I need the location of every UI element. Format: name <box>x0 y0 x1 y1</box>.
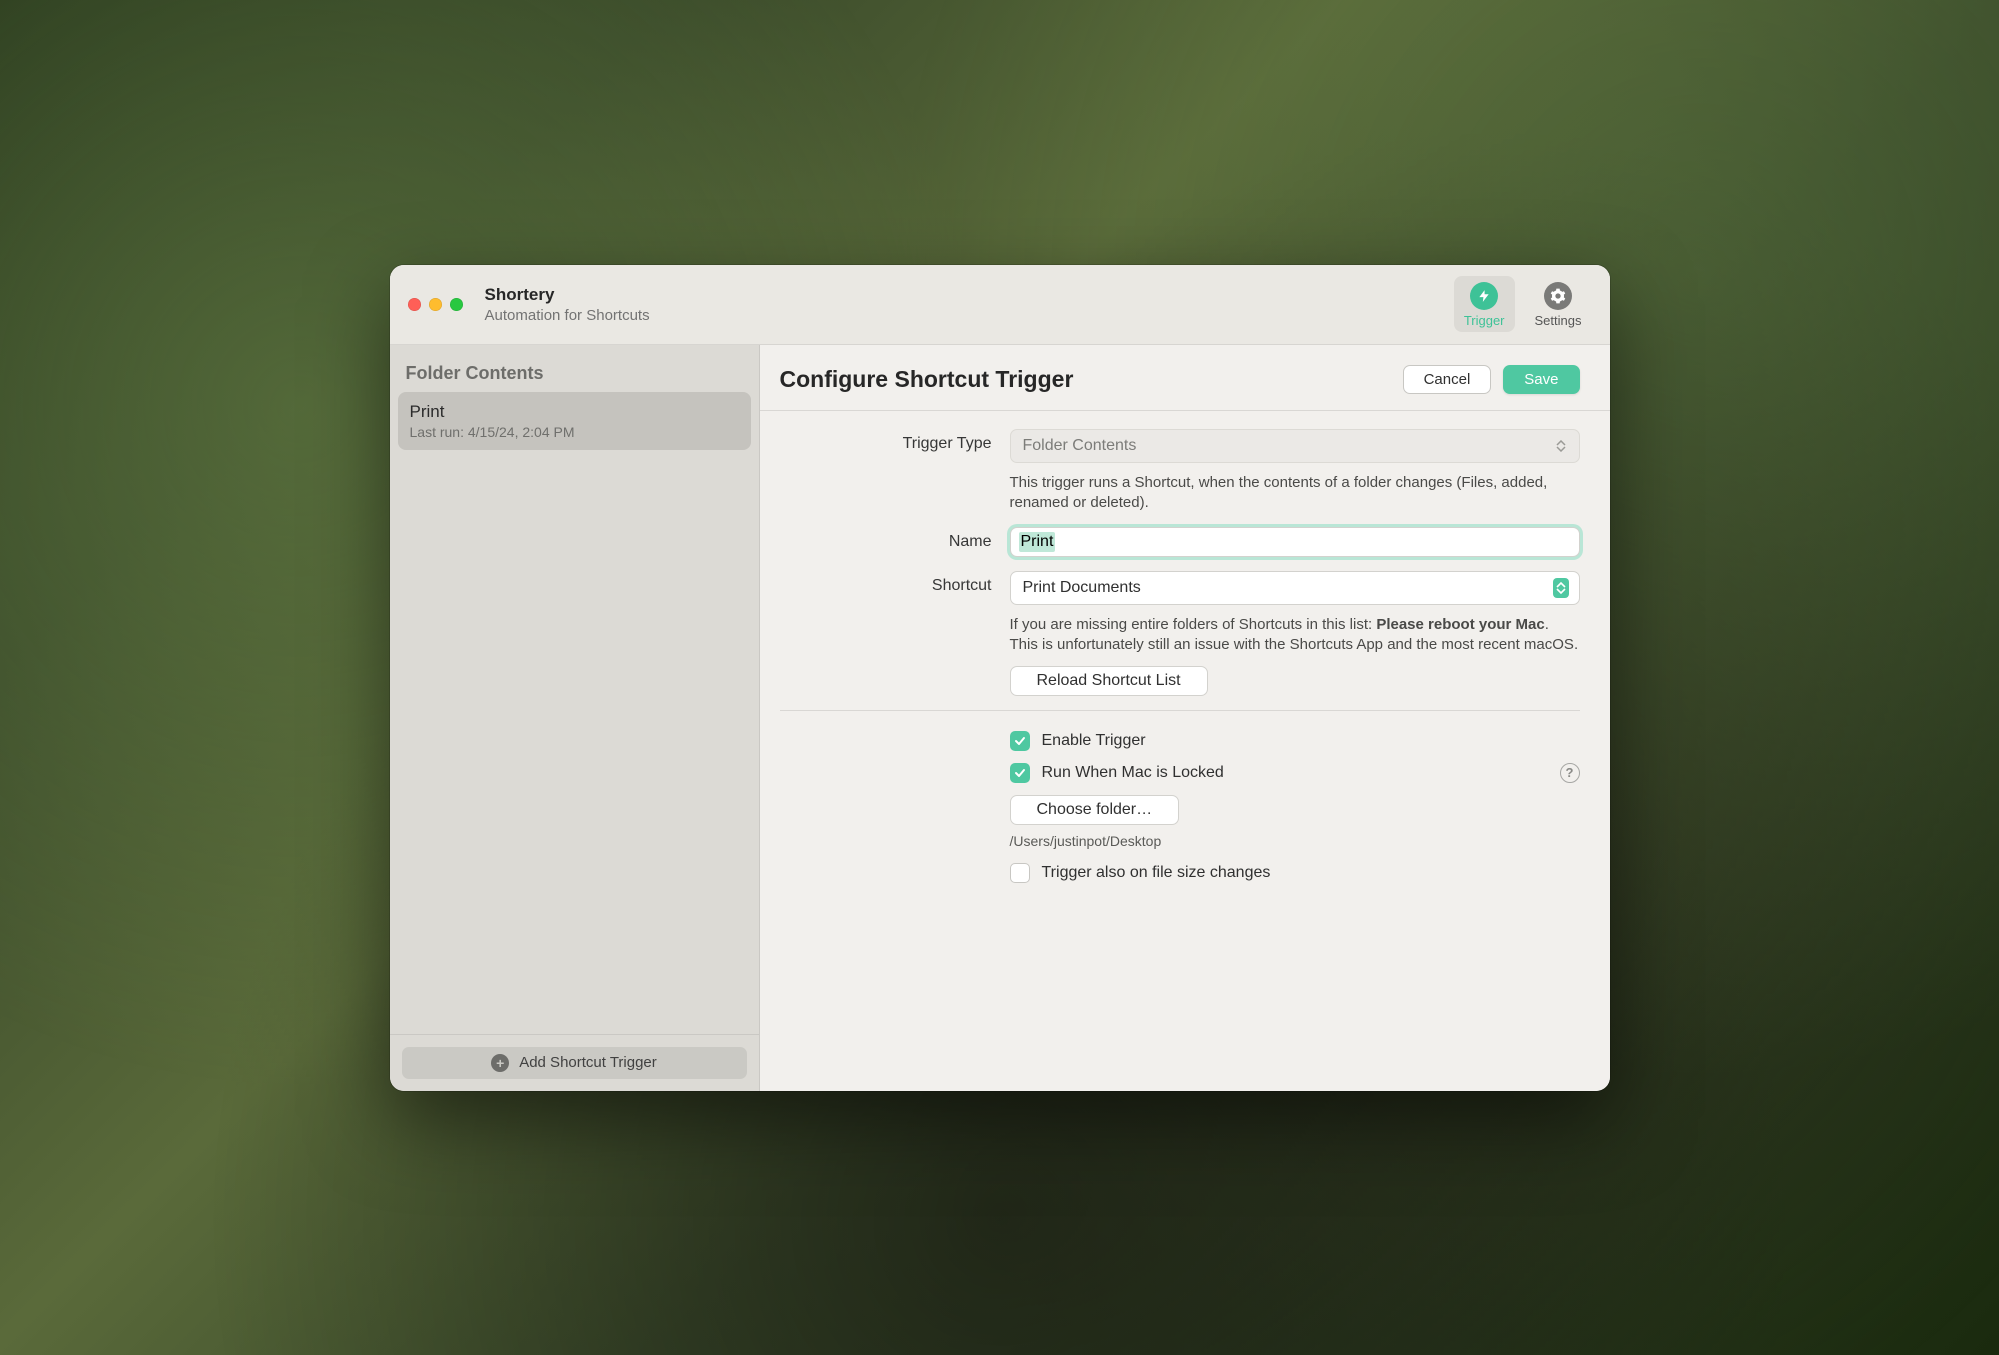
folder-path: /Users/justinpot/Desktop <box>1010 833 1580 849</box>
tab-settings-label: Settings <box>1535 313 1582 328</box>
add-shortcut-trigger-button[interactable]: + Add Shortcut Trigger <box>402 1047 747 1079</box>
window-controls <box>408 298 463 311</box>
trigger-type-select[interactable]: Folder Contents <box>1010 429 1580 463</box>
shortcut-note-bold: Please reboot your Mac <box>1376 616 1544 633</box>
separator <box>780 710 1580 711</box>
row-shortcut: Shortcut Print Documents If you are miss… <box>780 571 1580 696</box>
close-window-button[interactable] <box>408 298 421 311</box>
title-block: Shortery Automation for Shortcuts <box>485 285 1454 324</box>
add-trigger-label: Add Shortcut Trigger <box>519 1054 657 1071</box>
toolbar-tabs: Trigger Settings <box>1454 276 1592 332</box>
run-when-locked-checkbox[interactable] <box>1010 763 1030 783</box>
gear-icon <box>1544 282 1572 310</box>
name-input[interactable]: Print <box>1019 532 1056 552</box>
main-header: Configure Shortcut Trigger Cancel Save <box>760 345 1610 411</box>
name-input-wrap: Print <box>1010 527 1580 557</box>
trigger-on-size-checkbox[interactable] <box>1010 863 1030 883</box>
cancel-button[interactable]: Cancel <box>1403 365 1492 394</box>
label-name: Name <box>780 527 1010 551</box>
reload-label: Reload Shortcut List <box>1037 672 1181 689</box>
run-when-locked-label: Run When Mac is Locked <box>1042 764 1224 782</box>
save-button[interactable]: Save <box>1503 365 1579 394</box>
sidebar: Folder Contents Print Last run: 4/15/24,… <box>390 345 760 1091</box>
app-name: Shortery <box>485 285 1454 305</box>
row-run-when-locked: Run When Mac is Locked ? <box>1010 763 1580 783</box>
tab-trigger-label: Trigger <box>1464 313 1505 328</box>
titlebar: Shortery Automation for Shortcuts Trigge… <box>390 265 1610 345</box>
sidebar-footer: + Add Shortcut Trigger <box>390 1034 759 1091</box>
window-body: Folder Contents Print Last run: 4/15/24,… <box>390 345 1610 1091</box>
sidebar-list: Print Last run: 4/15/24, 2:04 PM <box>390 392 759 1034</box>
label-trigger-type: Trigger Type <box>780 429 1010 453</box>
page-title: Configure Shortcut Trigger <box>780 366 1074 393</box>
help-icon[interactable]: ? <box>1560 763 1580 783</box>
shortcut-note: If you are missing entire folders of Sho… <box>1010 615 1580 656</box>
enable-trigger-checkbox[interactable] <box>1010 731 1030 751</box>
shortcut-select[interactable]: Print Documents <box>1010 571 1580 605</box>
row-name: Name Print <box>780 527 1580 557</box>
row-enable-trigger: Enable Trigger <box>1010 731 1580 751</box>
options-block: Enable Trigger Run When Mac is Locked ? … <box>780 731 1580 883</box>
sidebar-item-subtitle: Last run: 4/15/24, 2:04 PM <box>410 424 739 440</box>
app-window: Shortery Automation for Shortcuts Trigge… <box>390 265 1610 1091</box>
row-trigger-size: Trigger also on file size changes <box>1010 863 1580 883</box>
label-shortcut: Shortcut <box>780 571 1010 595</box>
save-label: Save <box>1524 371 1558 388</box>
zoom-window-button[interactable] <box>450 298 463 311</box>
main-panel: Configure Shortcut Trigger Cancel Save T… <box>760 345 1610 1091</box>
sidebar-item-title: Print <box>410 402 739 422</box>
form: Trigger Type Folder Contents This trigge… <box>760 411 1610 915</box>
shortcut-note-text-1: If you are missing entire folders of Sho… <box>1010 616 1377 633</box>
trigger-on-size-label: Trigger also on file size changes <box>1042 864 1271 882</box>
reload-shortcut-list-button[interactable]: Reload Shortcut List <box>1010 666 1208 696</box>
sidebar-header: Folder Contents <box>390 345 759 392</box>
chevron-up-down-icon <box>1553 436 1569 456</box>
cancel-label: Cancel <box>1424 371 1471 388</box>
choose-folder-button[interactable]: Choose folder… <box>1010 795 1180 825</box>
enable-trigger-label: Enable Trigger <box>1042 732 1146 750</box>
sidebar-item-print[interactable]: Print Last run: 4/15/24, 2:04 PM <box>398 392 751 450</box>
chevron-up-down-icon <box>1553 578 1569 598</box>
header-actions: Cancel Save <box>1403 365 1580 394</box>
trigger-type-value: Folder Contents <box>1023 437 1137 455</box>
plus-icon: + <box>491 1054 509 1072</box>
tab-settings[interactable]: Settings <box>1525 276 1592 332</box>
tab-trigger[interactable]: Trigger <box>1454 276 1515 332</box>
bolt-icon <box>1470 282 1498 310</box>
minimize-window-button[interactable] <box>429 298 442 311</box>
choose-folder-label: Choose folder… <box>1037 801 1153 818</box>
row-trigger-type: Trigger Type Folder Contents This trigge… <box>780 429 1580 514</box>
trigger-type-description: This trigger runs a Shortcut, when the c… <box>1010 473 1580 514</box>
shortcut-value: Print Documents <box>1023 579 1141 597</box>
app-subtitle: Automation for Shortcuts <box>485 307 1454 324</box>
